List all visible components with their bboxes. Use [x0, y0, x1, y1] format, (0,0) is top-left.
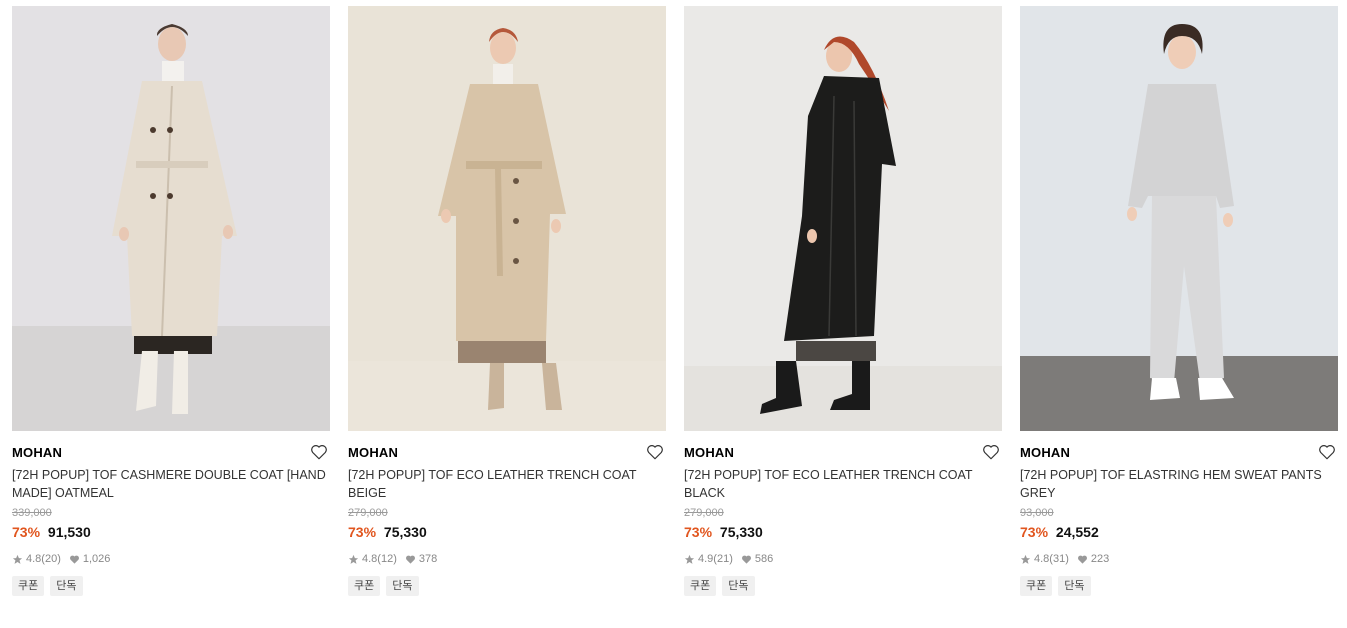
product-card[interactable]: MOHAN [72H POPUP] TOF ECO LEATHER TRENCH… [348, 6, 666, 596]
heart-outline-icon[interactable] [310, 443, 328, 461]
product-stats: 4.8 (31) 223 [1020, 550, 1338, 568]
star-icon [348, 554, 359, 564]
product-image[interactable] [348, 6, 666, 431]
product-info: MOHAN [72H POPUP] TOF ECO LEATHER TRENCH… [684, 431, 1002, 596]
review-count: (21) [713, 553, 733, 565]
coupon-tag: 쿠폰 [1020, 576, 1053, 596]
rating-value: 4.9 [698, 553, 714, 565]
original-price: 93,000 [1020, 507, 1054, 519]
rating-value: 4.8 [1034, 553, 1050, 565]
rating-value: 4.8 [26, 553, 42, 565]
heart-outline-icon[interactable] [982, 443, 1000, 461]
tag-list: 쿠폰 단독 [684, 576, 1002, 596]
brand-name[interactable]: MOHAN [684, 443, 1002, 463]
product-image[interactable] [1020, 6, 1338, 431]
price-row: 73% 75,330 [348, 522, 666, 542]
tag-list: 쿠폰 단독 [1020, 576, 1338, 596]
product-stats: 4.9 (21) 586 [684, 550, 1002, 568]
like-count: 1,026 [82, 553, 111, 565]
heart-outline-icon[interactable] [1318, 443, 1336, 461]
discount-rate: 73% [12, 524, 41, 540]
heart-filled-icon [405, 555, 415, 564]
product-image[interactable] [684, 6, 1002, 431]
coupon-tag: 쿠폰 [12, 576, 45, 596]
like-count: 223 [1090, 553, 1110, 565]
product-info: MOHAN [72H POPUP] TOF ECO LEATHER TRENCH… [348, 431, 666, 596]
brand-name[interactable]: MOHAN [1020, 443, 1338, 463]
product-title[interactable]: [72H POPUP] TOF ELASTRING HEM SWEAT PANT… [1020, 466, 1338, 502]
sale-price: 75,330 [719, 524, 763, 540]
exclusive-tag: 단독 [1058, 576, 1091, 596]
product-grid: MOHAN [72H POPUP] TOF CASHMERE DOUBLE CO… [0, 0, 1347, 628]
exclusive-tag: 단독 [50, 576, 83, 596]
exclusive-tag: 단독 [722, 576, 755, 596]
product-title[interactable]: [72H POPUP] TOF ECO LEATHER TRENCH COAT … [348, 466, 666, 502]
product-title[interactable]: [72H POPUP] TOF CASHMERE DOUBLE COAT [HA… [12, 466, 330, 502]
price-row: 73% 24,552 [1020, 522, 1338, 542]
product-info: MOHAN [72H POPUP] TOF CASHMERE DOUBLE CO… [12, 431, 330, 596]
brand-name[interactable]: MOHAN [12, 443, 330, 463]
sale-price: 91,530 [47, 524, 91, 540]
like-count: 586 [754, 553, 774, 565]
sale-price: 75,330 [383, 524, 427, 540]
product-stats: 4.8 (20) 1,026 [12, 550, 330, 568]
price-row: 73% 75,330 [684, 522, 1002, 542]
heart-filled-icon [69, 555, 79, 564]
heart-outline-icon[interactable] [646, 443, 664, 461]
product-card[interactable]: MOHAN [72H POPUP] TOF CASHMERE DOUBLE CO… [12, 6, 330, 596]
sale-price: 24,552 [1055, 524, 1099, 540]
discount-rate: 73% [1020, 524, 1049, 540]
coupon-tag: 쿠폰 [684, 576, 717, 596]
tag-list: 쿠폰 단독 [348, 576, 666, 596]
star-icon [12, 554, 23, 564]
coupon-tag: 쿠폰 [348, 576, 381, 596]
product-stats: 4.8 (12) 378 [348, 550, 666, 568]
original-price: 339,000 [12, 507, 52, 519]
product-title[interactable]: [72H POPUP] TOF ECO LEATHER TRENCH COAT … [684, 466, 1002, 502]
product-card[interactable]: MOHAN [72H POPUP] TOF ECO LEATHER TRENCH… [684, 6, 1002, 596]
discount-rate: 73% [684, 524, 713, 540]
heart-filled-icon [1077, 555, 1087, 564]
review-count: (20) [41, 553, 61, 565]
star-icon [1020, 554, 1031, 564]
price-row: 73% 91,530 [12, 522, 330, 542]
product-image[interactable] [12, 6, 330, 431]
product-card[interactable]: MOHAN [72H POPUP] TOF ELASTRING HEM SWEA… [1020, 6, 1338, 596]
original-price: 279,000 [348, 507, 388, 519]
like-count: 378 [418, 553, 438, 565]
review-count: (12) [377, 553, 397, 565]
brand-name[interactable]: MOHAN [348, 443, 666, 463]
original-price: 279,000 [684, 507, 724, 519]
review-count: (31) [1049, 553, 1069, 565]
rating-value: 4.8 [362, 553, 378, 565]
discount-rate: 73% [348, 524, 377, 540]
product-info: MOHAN [72H POPUP] TOF ELASTRING HEM SWEA… [1020, 431, 1338, 596]
tag-list: 쿠폰 단독 [12, 576, 330, 596]
star-icon [684, 554, 695, 564]
exclusive-tag: 단독 [386, 576, 419, 596]
heart-filled-icon [741, 555, 751, 564]
